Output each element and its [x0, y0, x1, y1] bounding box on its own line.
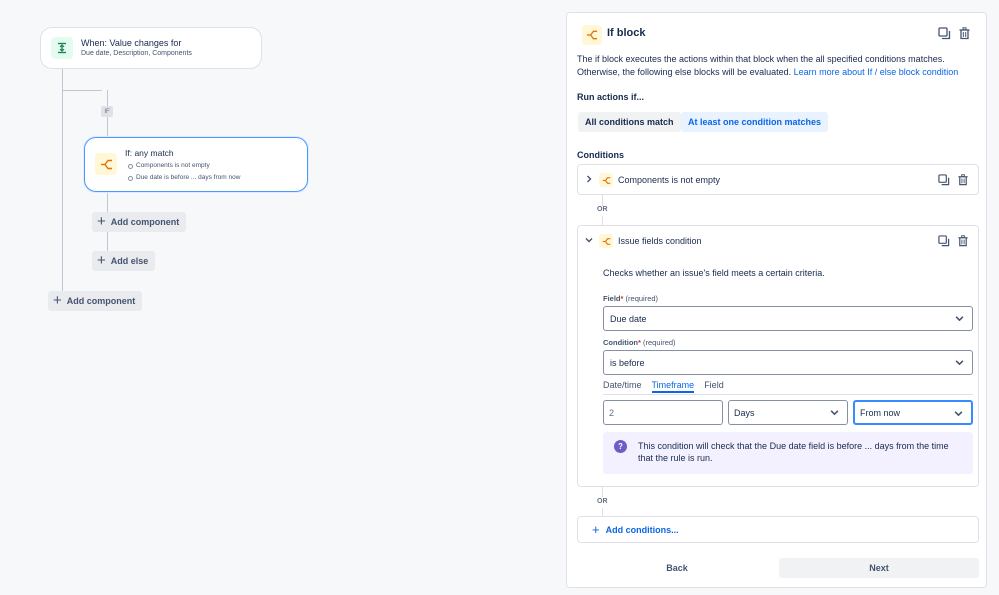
panel-title: If block — [607, 27, 646, 39]
add-component-inner-button[interactable]: + Add component — [92, 212, 187, 232]
unit-value: Days — [734, 407, 755, 418]
value-change-icon — [51, 37, 73, 59]
tab-field[interactable]: Field — [704, 380, 724, 393]
add-else-button[interactable]: + Add else — [92, 251, 156, 271]
copy-icon[interactable] — [937, 26, 951, 40]
field-select[interactable]: Due date — [603, 306, 973, 331]
amount-input[interactable]: 2 — [603, 400, 723, 425]
or-separator: OR — [597, 206, 608, 213]
condition-select-value: is before — [610, 357, 645, 368]
add-conditions-label: Add conditions... — [605, 524, 679, 535]
plus-icon: + — [592, 522, 600, 537]
question-icon: ? — [614, 440, 627, 453]
trigger-card[interactable]: When: Value changes for Due date, Descri… — [40, 27, 262, 69]
condition-card-components[interactable]: Components is not empty — [577, 164, 979, 195]
branch-icon — [599, 173, 613, 187]
or-connector-line — [602, 487, 603, 497]
add-else-label: Add else — [110, 256, 149, 266]
tab-date-time[interactable]: Date/time — [603, 380, 642, 393]
condition-header[interactable]: Issue fields condition — [578, 226, 978, 256]
condition-select[interactable]: is before — [603, 350, 973, 375]
if-condition-list: Components is not empty Due date is befo… — [125, 160, 240, 184]
condition-title: Issue fields condition — [618, 236, 702, 246]
unit-select[interactable]: Days — [728, 400, 848, 425]
add-component-label: Add component — [110, 217, 180, 227]
plus-icon: + — [97, 213, 106, 230]
trash-icon[interactable] — [956, 173, 970, 187]
condition-actions — [937, 234, 970, 248]
branch-icon — [599, 234, 613, 248]
copy-icon[interactable] — [937, 234, 951, 248]
field-select-value: Due date — [610, 313, 647, 324]
info-text: This condition will check that the Due d… — [638, 441, 949, 463]
chevron-down-icon — [954, 409, 963, 420]
connector-line — [62, 69, 63, 301]
condition-help-text: Checks whether an issue's field meets a … — [603, 268, 825, 278]
or-connector-line — [602, 508, 603, 516]
required-text: (required) — [625, 294, 659, 303]
chevron-down-icon — [830, 408, 839, 419]
panel-actions — [937, 26, 971, 40]
amount-value: 2 — [609, 407, 615, 418]
info-message: ? This condition will check that the Due… — [603, 432, 973, 474]
conditions-label: Conditions — [577, 150, 624, 160]
value-tabs: Date/time Timeframe Field — [603, 380, 724, 393]
panel-description: The if block executes the actions within… — [577, 53, 977, 79]
all-conditions-option[interactable]: All conditions match — [578, 112, 681, 132]
branch-icon — [582, 25, 602, 45]
trigger-subtitle: Due date, Description, Components — [81, 49, 192, 57]
field-label: Field* (required) — [603, 294, 658, 303]
condition-card-issue-fields: Issue fields condition Checks whether an… — [577, 225, 979, 487]
if-condition-item: Due date is before ... days from now — [125, 172, 240, 184]
chevron-down-icon — [955, 358, 964, 369]
or-separator: OR — [597, 498, 608, 505]
required-asterisk: * — [638, 338, 641, 347]
condition-title: Components is not empty — [618, 175, 721, 185]
trash-icon[interactable] — [957, 26, 971, 40]
add-component-label: Add component — [66, 296, 136, 306]
or-connector-line — [602, 195, 603, 206]
or-connector-line — [602, 216, 603, 225]
condition-label: Condition* (required) — [603, 338, 676, 347]
plus-icon: + — [97, 252, 106, 269]
rule-canvas: When: Value changes for Due date, Descri… — [0, 0, 560, 595]
chevron-down-icon — [955, 314, 964, 325]
field-label-text: Field — [603, 294, 621, 303]
if-block-title: If: any match — [125, 148, 174, 158]
if-block-panel: If block The if block executes the actio… — [566, 12, 987, 588]
branch-icon — [95, 153, 117, 175]
required-asterisk: * — [620, 294, 624, 303]
chevron-right-icon[interactable] — [585, 175, 595, 185]
condition-actions — [937, 173, 970, 187]
if-tag: IF — [101, 106, 113, 117]
direction-select[interactable]: From now — [853, 400, 973, 425]
connector-line — [62, 90, 102, 91]
trash-icon[interactable] — [956, 234, 970, 248]
if-condition-item: Components is not empty — [125, 160, 240, 172]
learn-more-link[interactable]: Learn more about If / else block conditi… — [794, 67, 959, 77]
copy-icon[interactable] — [937, 173, 951, 187]
at-least-one-option[interactable]: At least one condition matches — [681, 112, 829, 132]
trigger-title: When: Value changes for — [81, 37, 182, 48]
add-conditions-button[interactable]: + Add conditions... — [577, 516, 979, 543]
plus-icon: + — [53, 292, 62, 309]
next-button[interactable]: Next — [779, 558, 979, 578]
required-text: (required) — [643, 338, 676, 347]
add-component-outer-button[interactable]: + Add component — [48, 291, 143, 311]
tabs-divider — [603, 394, 973, 395]
direction-value: From now — [860, 407, 901, 418]
tab-timeframe[interactable]: Timeframe — [651, 380, 695, 393]
chevron-down-icon[interactable] — [585, 236, 595, 246]
run-actions-label: Run actions if... — [577, 92, 645, 102]
if-block-card[interactable]: If: any match Components is not empty Du… — [84, 137, 308, 192]
condition-label-text: Condition — [603, 338, 638, 347]
back-button[interactable]: Back — [577, 558, 777, 578]
